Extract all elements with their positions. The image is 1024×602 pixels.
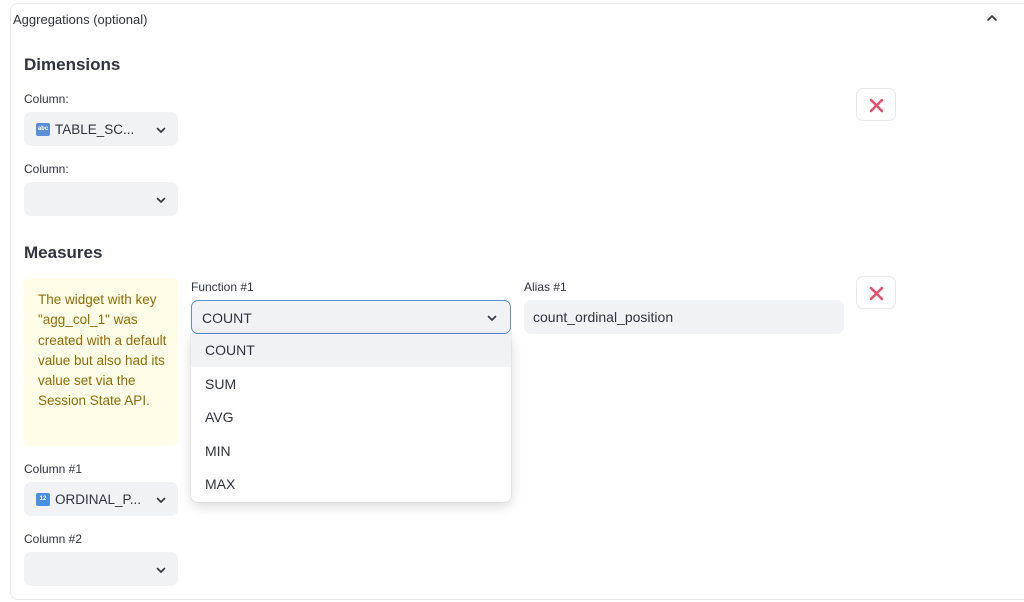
measures-title: Measures bbox=[24, 243, 103, 262]
function-option-count[interactable]: COUNT bbox=[191, 334, 511, 367]
function-dropdown-menu: COUNT SUM AVG MIN MAX bbox=[191, 334, 511, 502]
chevron-down-icon bbox=[156, 127, 166, 133]
delete-measure-button[interactable] bbox=[856, 276, 896, 309]
column1-label: Column #1 bbox=[24, 462, 83, 476]
chevron-up-icon[interactable] bbox=[984, 10, 1000, 26]
close-icon bbox=[869, 98, 884, 113]
abc-text-icon: abc bbox=[36, 123, 50, 136]
chevron-down-icon bbox=[487, 315, 497, 321]
column1-value: ORDINAL_P... bbox=[55, 492, 142, 507]
function-option-min[interactable]: MIN bbox=[191, 435, 511, 468]
alias-label: Alias #1 bbox=[524, 280, 567, 294]
measure-column-select-2[interactable] bbox=[24, 552, 178, 586]
function-option-avg[interactable]: AVG bbox=[191, 401, 511, 434]
dimension-column-value: TABLE_SC... bbox=[55, 122, 135, 137]
numeric-column-icon: 12 bbox=[36, 493, 50, 506]
chevron-down-icon bbox=[156, 197, 166, 203]
alias-input[interactable] bbox=[524, 300, 844, 334]
chevron-down-icon bbox=[156, 567, 166, 573]
function-label: Function #1 bbox=[191, 280, 254, 294]
dimension-column-label-2: Column: bbox=[24, 162, 69, 176]
dimension-column-label: Column: bbox=[24, 92, 69, 106]
dimension-column-select-1[interactable]: abc TABLE_SC... bbox=[24, 112, 178, 146]
dimension-column-select-2[interactable] bbox=[24, 182, 178, 216]
function-option-sum[interactable]: SUM bbox=[191, 368, 511, 401]
function-option-max[interactable]: MAX bbox=[191, 468, 511, 501]
chevron-down-icon bbox=[156, 497, 166, 503]
close-icon bbox=[869, 286, 884, 301]
function-value: COUNT bbox=[202, 310, 252, 326]
measure-column-select-1[interactable]: 12 ORDINAL_P... bbox=[24, 482, 178, 516]
dimensions-title: Dimensions bbox=[24, 55, 121, 74]
function-select[interactable]: COUNT bbox=[191, 300, 511, 334]
delete-dimension-button[interactable] bbox=[856, 88, 896, 121]
panel-header-title[interactable]: Aggregations (optional) bbox=[13, 12, 147, 27]
session-state-warning: The widget with key "agg_col_1" was crea… bbox=[24, 278, 178, 446]
column2-label: Column #2 bbox=[24, 532, 83, 546]
